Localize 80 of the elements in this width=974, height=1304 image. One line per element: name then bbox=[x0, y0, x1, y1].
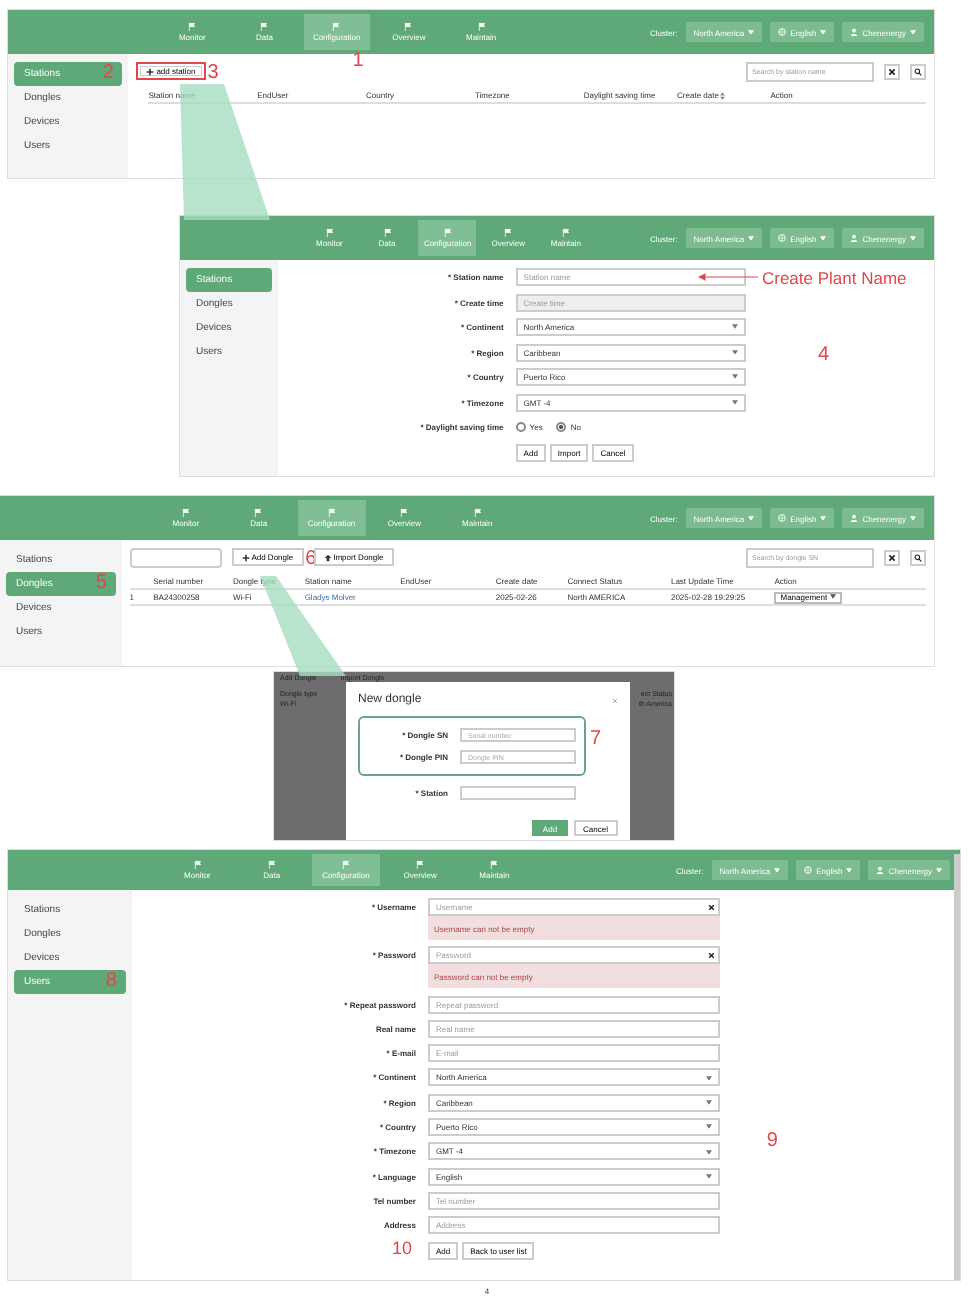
caret-icon bbox=[748, 235, 755, 241]
search-icon bbox=[914, 67, 922, 75]
plus-icon bbox=[146, 67, 155, 75]
flag-icon bbox=[327, 508, 336, 518]
caret-icon bbox=[748, 29, 755, 35]
filter-field[interactable] bbox=[129, 547, 222, 567]
user-icon bbox=[850, 514, 859, 522]
clear-icon[interactable] bbox=[707, 903, 715, 911]
user-icon bbox=[876, 866, 885, 874]
flag-icon bbox=[341, 859, 350, 870]
flag-icon bbox=[416, 859, 425, 870]
caret-icon bbox=[706, 1124, 713, 1130]
clear-button[interactable] bbox=[884, 549, 900, 565]
search-button[interactable] bbox=[910, 63, 926, 79]
caret-icon bbox=[820, 515, 827, 521]
flag-icon bbox=[325, 228, 334, 238]
caret-icon bbox=[731, 324, 738, 330]
caret-icon bbox=[846, 867, 853, 873]
caret-icon bbox=[731, 374, 738, 380]
globe-icon bbox=[804, 866, 813, 874]
caret-icon bbox=[820, 235, 827, 241]
select-field[interactable] bbox=[460, 786, 576, 800]
arrow-icon bbox=[697, 272, 758, 282]
clear-icon[interactable] bbox=[707, 952, 715, 960]
step-number: 8 bbox=[105, 972, 117, 992]
caret-icon bbox=[829, 594, 836, 600]
caret-icon bbox=[731, 349, 738, 355]
caret-icon bbox=[820, 29, 827, 35]
caret-icon bbox=[706, 1100, 713, 1106]
flag-icon bbox=[504, 228, 513, 238]
flag-icon bbox=[181, 508, 190, 518]
flag-icon bbox=[404, 22, 413, 32]
search-button[interactable] bbox=[910, 549, 926, 565]
step-number: 1 bbox=[352, 52, 364, 72]
plus-icon bbox=[241, 553, 250, 561]
flag-icon bbox=[561, 228, 570, 238]
step-number: 9 bbox=[766, 1131, 778, 1152]
caret-icon bbox=[731, 399, 738, 405]
flag-icon bbox=[477, 22, 486, 32]
step-number: 7 bbox=[590, 730, 602, 750]
flag-icon bbox=[254, 508, 263, 518]
flag-icon bbox=[260, 22, 269, 32]
caret-icon bbox=[910, 515, 916, 521]
scrollbar[interactable] bbox=[954, 854, 960, 1280]
flag-icon bbox=[267, 859, 276, 870]
radio-button[interactable] bbox=[515, 422, 526, 432]
close-icon bbox=[888, 553, 896, 561]
step-number: 5 bbox=[95, 574, 107, 594]
user-icon bbox=[850, 234, 859, 242]
caret-icon bbox=[910, 235, 916, 241]
step-number: 10 bbox=[391, 1239, 412, 1258]
sort-icon bbox=[720, 91, 726, 99]
flag-icon bbox=[473, 508, 482, 518]
upload-icon bbox=[323, 553, 332, 561]
globe-icon bbox=[778, 234, 787, 242]
clear-button[interactable] bbox=[884, 63, 900, 79]
step-number: 2 bbox=[102, 64, 114, 84]
caret-icon bbox=[706, 1075, 713, 1081]
step-number: 3 bbox=[207, 64, 219, 84]
user-icon bbox=[850, 28, 859, 36]
flag-icon bbox=[193, 859, 202, 870]
search-icon bbox=[914, 553, 922, 561]
caret-icon bbox=[910, 29, 916, 35]
flag-icon bbox=[400, 508, 409, 518]
caret-icon bbox=[706, 1149, 713, 1155]
globe-icon bbox=[778, 28, 787, 36]
flag-icon bbox=[188, 22, 197, 32]
close-icon bbox=[888, 67, 896, 75]
caret-icon bbox=[774, 867, 781, 873]
step-number: 4 bbox=[817, 346, 830, 367]
flag-icon bbox=[490, 859, 499, 870]
flag-icon bbox=[443, 228, 452, 238]
radio-button[interactable] bbox=[556, 422, 567, 432]
caret-icon bbox=[936, 867, 942, 873]
globe-icon bbox=[778, 514, 787, 522]
flag-icon bbox=[332, 22, 341, 32]
flag-icon bbox=[383, 228, 392, 238]
caret-icon bbox=[748, 515, 755, 521]
callout-text: Create Plant Name bbox=[761, 267, 907, 287]
caret-icon bbox=[706, 1173, 713, 1179]
